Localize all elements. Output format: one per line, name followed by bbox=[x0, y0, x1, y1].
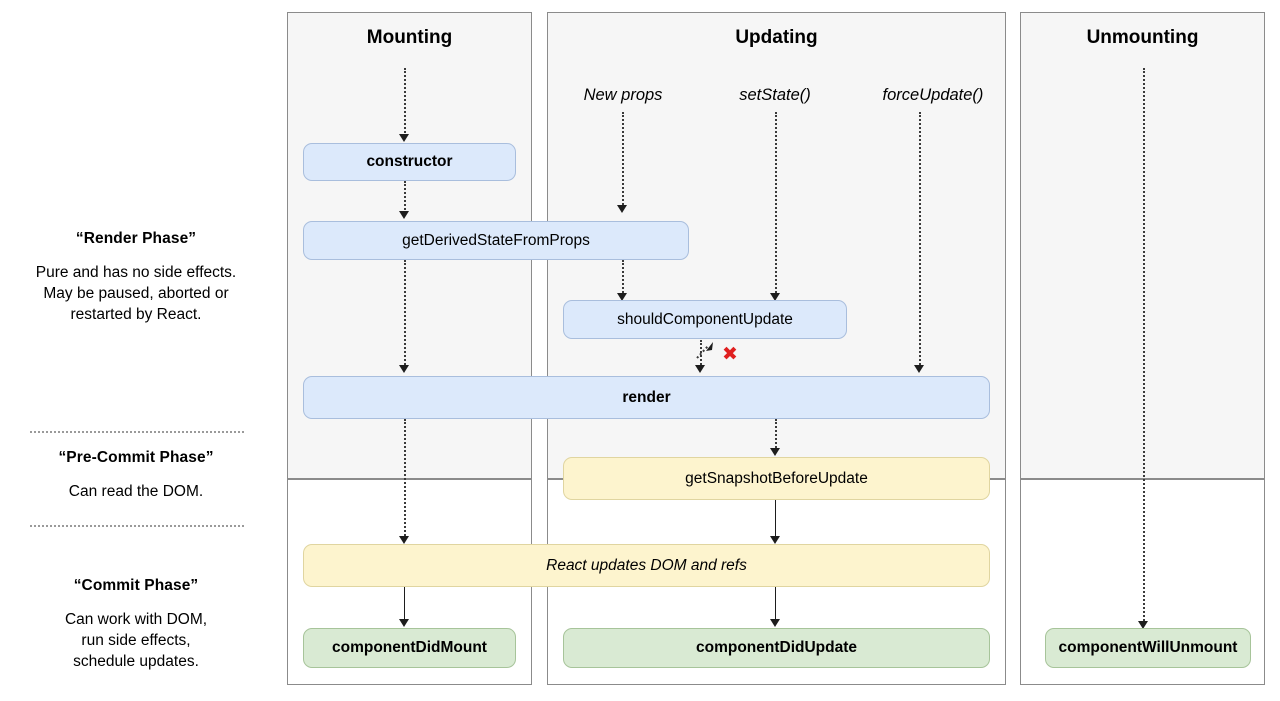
arrowhead bbox=[770, 448, 780, 456]
legend-render-phase-title: “Render Phase” bbox=[75, 230, 197, 247]
legend-divider-top bbox=[30, 431, 244, 433]
connector-gdsfp-to-render bbox=[404, 260, 406, 368]
arrowhead bbox=[399, 536, 409, 544]
trigger-force-update: forceUpdate() bbox=[882, 86, 984, 104]
node-component-did-update[interactable]: componentDidUpdate bbox=[563, 628, 990, 668]
legend-pre-commit-phase: “Pre-Commit Phase” Can read the DOM. bbox=[0, 449, 272, 502]
connector-new-props bbox=[622, 112, 624, 208]
connector-render-to-commit-mounting bbox=[404, 419, 406, 539]
connector-render-to-snapshot bbox=[775, 419, 777, 451]
legend-line: schedule updates. bbox=[73, 653, 199, 670]
trigger-new-props: New props bbox=[583, 86, 663, 104]
column-title-unmounting: Unmounting bbox=[1086, 27, 1199, 48]
connector-commit-to-did-update bbox=[775, 587, 776, 622]
legend-commit-phase-title: “Commit Phase” bbox=[73, 577, 199, 594]
legend-render-phase: “Render Phase” Pure and has no side effe… bbox=[0, 230, 272, 325]
arrowhead bbox=[399, 619, 409, 627]
arrowhead bbox=[399, 365, 409, 373]
node-get-snapshot-before-update[interactable]: getSnapshotBeforeUpdate bbox=[563, 457, 990, 500]
arrowhead bbox=[617, 205, 627, 213]
connector-commit-to-did-mount bbox=[404, 587, 405, 622]
legend-pre-commit-phase-body: Can read the DOM. bbox=[0, 481, 272, 502]
legend-line: restarted by React. bbox=[70, 306, 202, 323]
node-should-component-update[interactable]: shouldComponentUpdate bbox=[563, 300, 847, 339]
legend-line: run side effects, bbox=[81, 632, 191, 649]
connector-new-props-to-scu bbox=[622, 260, 624, 296]
legend-commit-phase: “Commit Phase” Can work with DOM, run si… bbox=[0, 577, 272, 672]
node-component-did-mount[interactable]: componentDidMount bbox=[303, 628, 516, 668]
connector-unmounting-to-will-unmount bbox=[1143, 68, 1145, 624]
column-title-mounting: Mounting bbox=[366, 27, 453, 48]
connector-mounting-start bbox=[404, 68, 406, 136]
connector-snapshot-to-commit bbox=[775, 500, 776, 539]
node-render[interactable]: render bbox=[303, 376, 990, 419]
connector-constructor-to-gdsfp bbox=[404, 181, 406, 214]
lifecycle-diagram: Mounting Updating Unmounting “Render Pha… bbox=[0, 0, 1280, 701]
legend-divider-bottom bbox=[30, 525, 244, 527]
arrowhead bbox=[770, 536, 780, 544]
legend-line: Pure and has no side effects. bbox=[35, 264, 237, 281]
node-constructor[interactable]: constructor bbox=[303, 143, 516, 181]
legend-pre-commit-phase-title: “Pre-Commit Phase” bbox=[58, 449, 214, 466]
node-get-derived-state-from-props[interactable]: getDerivedStateFromProps bbox=[303, 221, 689, 260]
arrowhead bbox=[399, 211, 409, 219]
arrowhead bbox=[695, 365, 705, 373]
arrowhead bbox=[770, 619, 780, 627]
node-react-updates-dom-and-refs[interactable]: React updates DOM and refs bbox=[303, 544, 990, 587]
trigger-set-state: setState() bbox=[739, 86, 811, 104]
arrowhead bbox=[914, 365, 924, 373]
skip-render-x-icon: ✖ bbox=[722, 343, 738, 365]
arrowhead bbox=[399, 134, 409, 142]
legend-render-phase-body: Pure and has no side effects. May be pau… bbox=[0, 262, 272, 325]
connector-set-state-to-scu bbox=[775, 112, 777, 296]
node-component-will-unmount[interactable]: componentWillUnmount bbox=[1045, 628, 1251, 668]
column-title-updating: Updating bbox=[735, 27, 818, 48]
legend-commit-phase-body: Can work with DOM, run side effects, sch… bbox=[0, 609, 272, 672]
legend-line: Can read the DOM. bbox=[68, 483, 204, 500]
legend-line: May be paused, aborted or bbox=[43, 285, 229, 302]
connector-force-update-to-render bbox=[919, 112, 921, 368]
legend-line: Can work with DOM, bbox=[64, 611, 208, 628]
